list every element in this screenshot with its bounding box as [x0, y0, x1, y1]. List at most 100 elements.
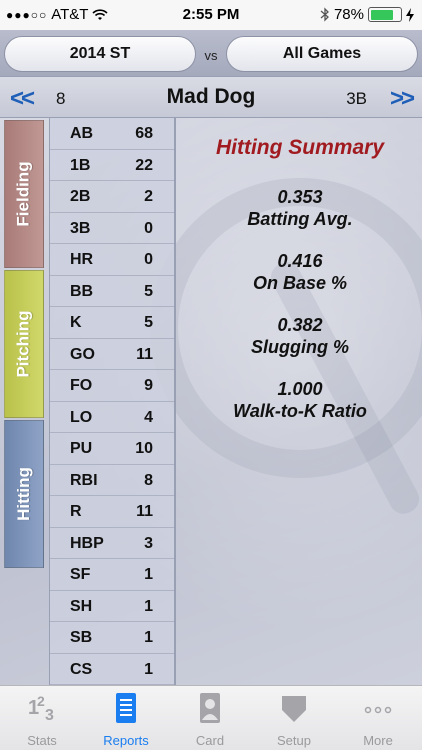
games-selector-button[interactable]: All Games	[226, 36, 418, 72]
tab-stats-label: Stats	[27, 733, 57, 748]
stat-row-fo: FO 9	[50, 370, 175, 402]
stat-label: 3B	[70, 219, 91, 237]
stat-label: SF	[70, 566, 91, 583]
player-position: 3B	[346, 89, 367, 108]
metric-batting-avg: 0.353 Batting Avg.	[178, 186, 422, 230]
stat-row-go: GO 11	[50, 339, 175, 370]
stat-value: 5	[144, 282, 153, 300]
next-player-button[interactable]: >>	[390, 85, 415, 113]
stat-row-1b: 1B 22	[50, 150, 175, 181]
metric-value: 0.382	[277, 315, 323, 335]
stat-row-bb: BB 5	[50, 276, 175, 307]
stat-value: 4	[144, 408, 153, 426]
bluetooth-icon	[320, 7, 329, 22]
tab-fielding[interactable]: Fielding	[4, 120, 44, 268]
stat-label: GO	[70, 345, 95, 363]
stat-row-2b: 2B 2	[50, 181, 175, 213]
stat-label: K	[70, 314, 82, 331]
stat-label: AB	[70, 125, 94, 142]
tab-reports[interactable]: Reports	[84, 686, 168, 750]
stat-value: 1	[144, 629, 153, 646]
stat-value: 0	[144, 251, 153, 268]
battery-percent: 78%	[333, 6, 364, 23]
stat-value: 0	[144, 219, 153, 237]
stat-row-r: R 11	[50, 496, 175, 528]
filter-bar: 2014 ST vs All Games	[0, 30, 422, 76]
stat-value: 3	[144, 534, 153, 552]
stat-value: 11	[136, 503, 153, 520]
metric-value: 1.000	[277, 379, 323, 399]
stat-value: 11	[136, 345, 153, 363]
stat-label: HR	[70, 251, 94, 268]
bottom-tab-bar: 1 2 3 Stats Reports Card Setup More	[0, 685, 422, 750]
report-content: Fielding Pitching Hitting AB 68 1B 22 2B 2 3B 0…	[0, 118, 422, 685]
card-icon	[200, 693, 220, 723]
stat-value: 8	[144, 471, 153, 489]
charging-bolt-icon	[406, 7, 414, 22]
stat-row-k: K5	[50, 307, 175, 339]
stat-value: 5	[144, 314, 153, 331]
tab-reports-label: Reports	[103, 733, 149, 748]
report-icon	[116, 693, 136, 723]
tab-stats[interactable]: 1 2 3 Stats	[0, 686, 84, 750]
stat-label: CS	[70, 660, 93, 678]
stat-row-sb: SB 1	[50, 622, 175, 654]
tab-hitting-label: Hitting	[14, 467, 34, 521]
home-plate-icon	[282, 696, 306, 722]
svg-text:2: 2	[37, 693, 45, 709]
tab-setup-label: Setup	[277, 733, 311, 748]
tab-pitching[interactable]: Pitching	[4, 270, 44, 418]
stat-label: R	[70, 503, 82, 520]
report-category-tabs: Fielding Pitching Hitting	[4, 120, 44, 570]
player-header: << 8 Mad Dog 3B >>	[0, 76, 422, 118]
metric-value: 0.416	[277, 251, 323, 271]
stat-row-sf: SF 1	[50, 559, 175, 591]
stat-row-lo: LO 4	[50, 402, 175, 433]
stat-row-hbp: HBP 3	[50, 528, 175, 559]
metric-label: Batting Avg.	[247, 209, 353, 229]
stat-label: 2B	[70, 188, 91, 205]
stat-value: 22	[135, 156, 153, 174]
metric-label: Slugging %	[251, 337, 349, 357]
stat-row-rbi: RBI 8	[50, 465, 175, 496]
stat-label: PU	[70, 440, 93, 457]
metric-walk-to-k: 1.000 Walk-to-K Ratio	[178, 378, 422, 422]
metric-on-base: 0.416 On Base %	[178, 250, 422, 294]
tab-more[interactable]: More	[336, 686, 420, 750]
stat-row-cs: CS 1	[50, 654, 175, 685]
tab-card[interactable]: Card	[168, 686, 252, 750]
stat-row-ab: AB 68	[50, 118, 175, 150]
tab-setup[interactable]: Setup	[252, 686, 336, 750]
stat-row-sh: SH 1	[50, 591, 175, 622]
numbers-icon: 1 2 3	[28, 693, 54, 724]
stat-value: 68	[135, 125, 153, 142]
stat-label: 1B	[70, 156, 91, 174]
stat-row-3b: 3B 0	[50, 213, 175, 244]
stat-row-pu: PU 10	[50, 433, 175, 465]
metric-slugging: 0.382 Slugging %	[178, 314, 422, 358]
battery-fill	[370, 9, 394, 20]
season-selector-button[interactable]: 2014 ST	[4, 36, 196, 72]
summary-title: Hitting Summary	[215, 136, 385, 159]
stat-value: 1	[144, 597, 153, 615]
status-bar: ●●●○○ AT&T 2:55 PM 78%	[0, 0, 422, 30]
stat-label: SH	[70, 597, 93, 615]
stats-table[interactable]: AB 68 1B 22 2B 2 3B 0 HR 0 BB 5 K 5 GO 11 FO 9 LO 4 PU 10 RBI 8…	[49, 118, 176, 685]
hitting-summary-panel: Hitting Summary 0.353 Batting Avg. 0.416…	[178, 118, 422, 685]
metric-label: Walk-to-K Ratio	[233, 401, 367, 421]
status-right: 78%	[320, 6, 414, 23]
tab-card-label: Card	[195, 733, 225, 748]
metric-label: On Base %	[252, 273, 348, 293]
stat-value: 1	[144, 566, 153, 583]
stat-label: LO	[70, 408, 93, 426]
tab-fielding-label: Fielding	[14, 161, 34, 227]
stat-label: RBI	[70, 471, 98, 489]
vs-label: vs	[204, 48, 218, 63]
stat-label: BB	[70, 282, 94, 300]
stat-value: 9	[144, 377, 153, 394]
more-icon	[364, 706, 392, 714]
tab-hitting[interactable]: Hitting	[4, 420, 44, 568]
stat-label: FO	[70, 377, 93, 394]
stat-label: HBP	[70, 534, 104, 552]
tab-more-label: More	[363, 733, 393, 748]
